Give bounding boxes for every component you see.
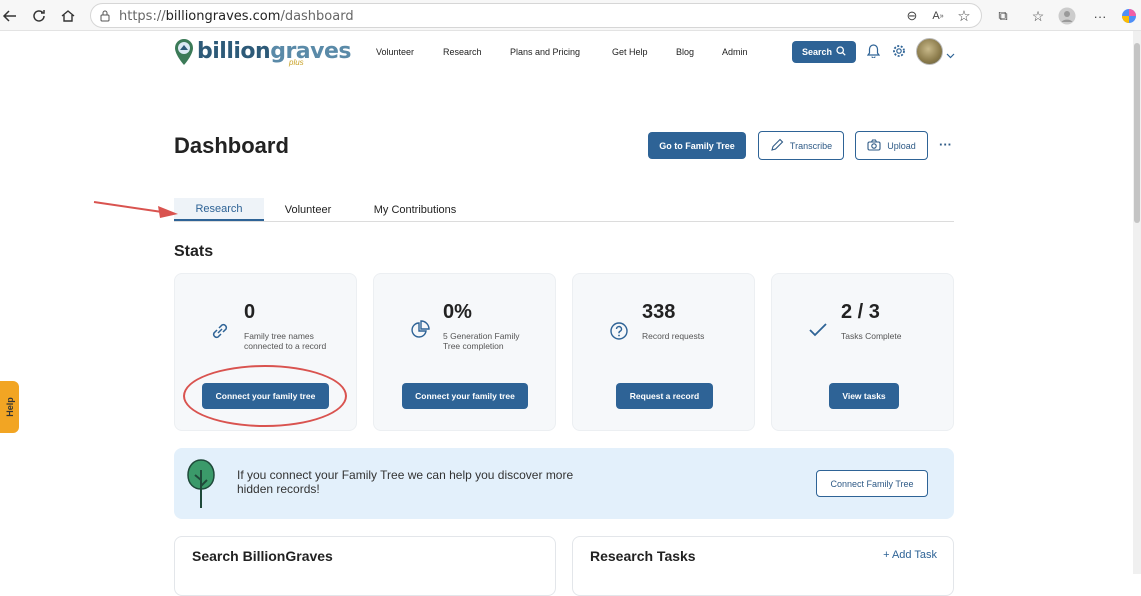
bell-icon[interactable] [866, 44, 881, 63]
link-icon [209, 320, 231, 347]
research-tasks-title: Research Tasks [590, 548, 696, 564]
gear-icon[interactable] [892, 44, 906, 63]
pie-chart-icon [410, 320, 430, 345]
stat-label: Family tree names connected to a record [244, 331, 327, 351]
search-panel-title: Search BillionGraves [192, 548, 333, 564]
connect-tree-banner: If you connect your Family Tree we can h… [174, 448, 954, 519]
nav-get-help[interactable]: Get Help [612, 47, 648, 57]
nav-admin[interactable]: Admin [722, 47, 748, 57]
url-text: https://billiongraves.com/dashboard [119, 9, 354, 24]
connect-family-tree-banner-button[interactable]: Connect Family Tree [816, 470, 928, 497]
extensions-icon[interactable]: ⧉ [994, 7, 1012, 25]
stat-label: Tasks Complete [841, 331, 902, 341]
refresh-icon[interactable] [29, 6, 49, 26]
stat-value: 2 / 3 [841, 301, 880, 323]
stat-card-record-requests: 338 Record requests Request a record [572, 273, 755, 431]
page-title: Dashboard [174, 133, 289, 158]
scrollbar-thumb[interactable] [1134, 43, 1140, 223]
tab-my-contributions[interactable]: My Contributions [362, 198, 468, 221]
logo-plus: plus [289, 58, 304, 67]
stat-value: 0 [244, 301, 256, 323]
browser-menu-icon[interactable]: ··· [1091, 7, 1109, 25]
pencil-icon [770, 138, 784, 154]
home-icon[interactable] [58, 6, 78, 26]
stat-label: Record requests [642, 331, 705, 341]
search-icon [836, 46, 846, 58]
transcribe-label: Transcribe [789, 140, 833, 151]
stat-card-generation-completion: 0% 5 Generation Family Tree completion C… [373, 273, 556, 431]
lock-icon [99, 9, 111, 27]
view-tasks-button[interactable]: View tasks [829, 383, 899, 409]
chevron-down-icon[interactable] [946, 46, 955, 64]
stat-value: 0% [443, 301, 472, 323]
upload-label: Upload [887, 140, 916, 151]
nav-research[interactable]: Research [443, 47, 482, 57]
go-to-family-tree-label: Go to Family Tree [659, 140, 735, 151]
favorites-icon[interactable]: ☆ [1029, 7, 1047, 25]
tab-research[interactable]: Research [174, 198, 264, 221]
go-to-family-tree-button[interactable]: Go to Family Tree [648, 132, 746, 159]
nav-blog[interactable]: Blog [676, 47, 694, 57]
transcribe-button[interactable]: Transcribe [758, 131, 844, 160]
annotation-ellipse [183, 365, 347, 427]
upload-button[interactable]: Upload [855, 131, 928, 160]
stat-card-tasks-complete: 2 / 3 Tasks Complete View tasks [771, 273, 954, 431]
stat-label: 5 Generation Family Tree completion [443, 331, 520, 351]
zoom-icon[interactable]: ⊖ [903, 7, 921, 25]
more-options-icon[interactable]: ··· [939, 137, 952, 152]
stats-heading: Stats [174, 243, 214, 260]
page-scrollbar[interactable] [1133, 31, 1141, 574]
copilot-icon[interactable] [1120, 7, 1138, 25]
tab-volunteer[interactable]: Volunteer [271, 198, 345, 221]
help-side-tab[interactable]: Help [0, 381, 19, 433]
tree-icon [186, 458, 216, 515]
avatar[interactable] [916, 38, 943, 65]
check-icon [808, 322, 828, 343]
logo-wordmark: billiongraves [197, 39, 352, 64]
nav-plans-and-pricing[interactable]: Plans and Pricing [510, 47, 580, 57]
request-record-button[interactable]: Request a record [616, 383, 713, 409]
profile-icon[interactable] [1058, 7, 1076, 25]
read-aloud-icon[interactable]: A» [929, 7, 947, 25]
search-button[interactable]: Search [792, 41, 856, 63]
annotation-arrow [93, 201, 178, 218]
question-icon [609, 321, 629, 346]
connect-family-tree-button-2[interactable]: Connect your family tree [402, 383, 528, 409]
search-billiongraves-panel: Search BillionGraves [174, 536, 556, 596]
research-tasks-panel: Research Tasks + Add Task [572, 536, 954, 596]
banner-message: If you connect your Family Tree we can h… [237, 468, 574, 496]
logo-pin-icon [174, 38, 194, 71]
nav-volunteer[interactable]: Volunteer [376, 47, 414, 57]
back-arrow-icon[interactable] [0, 6, 20, 26]
browser-toolbar: https://billiongraves.com/dashboard ⊖ A»… [0, 0, 1141, 31]
site-logo[interactable]: billiongraves plus [174, 38, 352, 71]
dashboard-tabs: Research Volunteer My Contributions [174, 198, 954, 222]
add-task-link[interactable]: + Add Task [883, 549, 937, 561]
search-button-label: Search [801, 47, 833, 57]
favorite-star-icon[interactable]: ☆ [955, 7, 973, 25]
address-bar[interactable]: https://billiongraves.com/dashboard ⊖ A»… [90, 3, 982, 28]
stat-value: 338 [642, 301, 676, 323]
help-tab-label: Help [4, 397, 15, 417]
camera-icon [867, 139, 881, 153]
